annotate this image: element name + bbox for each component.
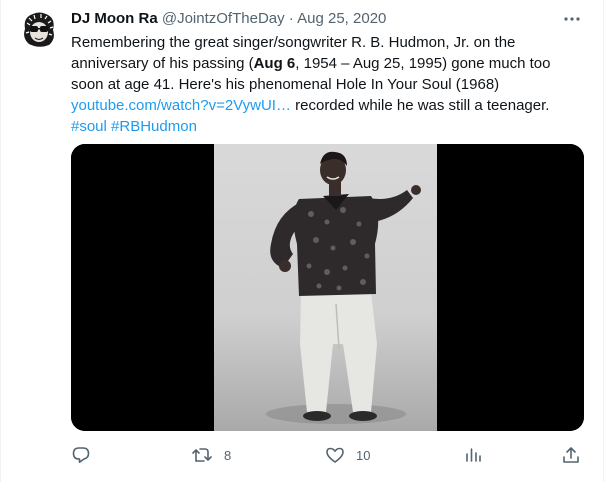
tweet-actions: 8 10 <box>71 444 584 468</box>
hashtag-rbhudmon[interactable]: #RBHudmon <box>111 118 197 135</box>
tweet-header: DJ Moon Ra @JointzOfTheDay · Aug 25, 202… <box>71 9 386 29</box>
avatar-face-icon <box>19 9 59 49</box>
reply-icon <box>72 447 90 463</box>
tweet-text: Remembering the great singer/songwriter … <box>71 32 571 137</box>
youtube-link[interactable]: youtube.com/watch?v=2VywUI… <box>71 97 291 114</box>
like-button[interactable]: 10 <box>325 444 370 466</box>
avatar[interactable] <box>19 9 59 49</box>
video-still-person-dancing <box>71 144 584 431</box>
more-dots-icon <box>564 17 580 21</box>
retweet-count: 8 <box>224 447 232 463</box>
video-player[interactable] <box>71 144 584 431</box>
views-icon <box>466 448 481 462</box>
tweet-text-bold: Aug 6 <box>253 55 296 72</box>
views-button[interactable] <box>463 444 483 466</box>
reply-button[interactable] <box>71 444 91 466</box>
heart-icon <box>326 447 344 463</box>
share-icon <box>563 447 579 463</box>
retweet-icon <box>192 448 212 462</box>
like-count: 10 <box>356 447 371 463</box>
author-handle[interactable]: @JointzOfTheDay <box>162 10 285 27</box>
retweet-button[interactable]: 8 <box>191 444 231 466</box>
share-button[interactable] <box>561 444 581 466</box>
more-options-button[interactable] <box>561 8 583 30</box>
tweet-text-part: recorded while he was still a teenager. <box>290 97 550 114</box>
hashtag-soul[interactable]: #soul <box>71 118 107 135</box>
tweet-date[interactable]: Aug 25, 2020 <box>297 10 386 27</box>
author-name[interactable]: DJ Moon Ra <box>71 10 158 27</box>
tweet-card[interactable]: DJ Moon Ra @JointzOfTheDay · Aug 25, 202… <box>0 0 604 482</box>
separator-dot: · <box>288 10 294 27</box>
